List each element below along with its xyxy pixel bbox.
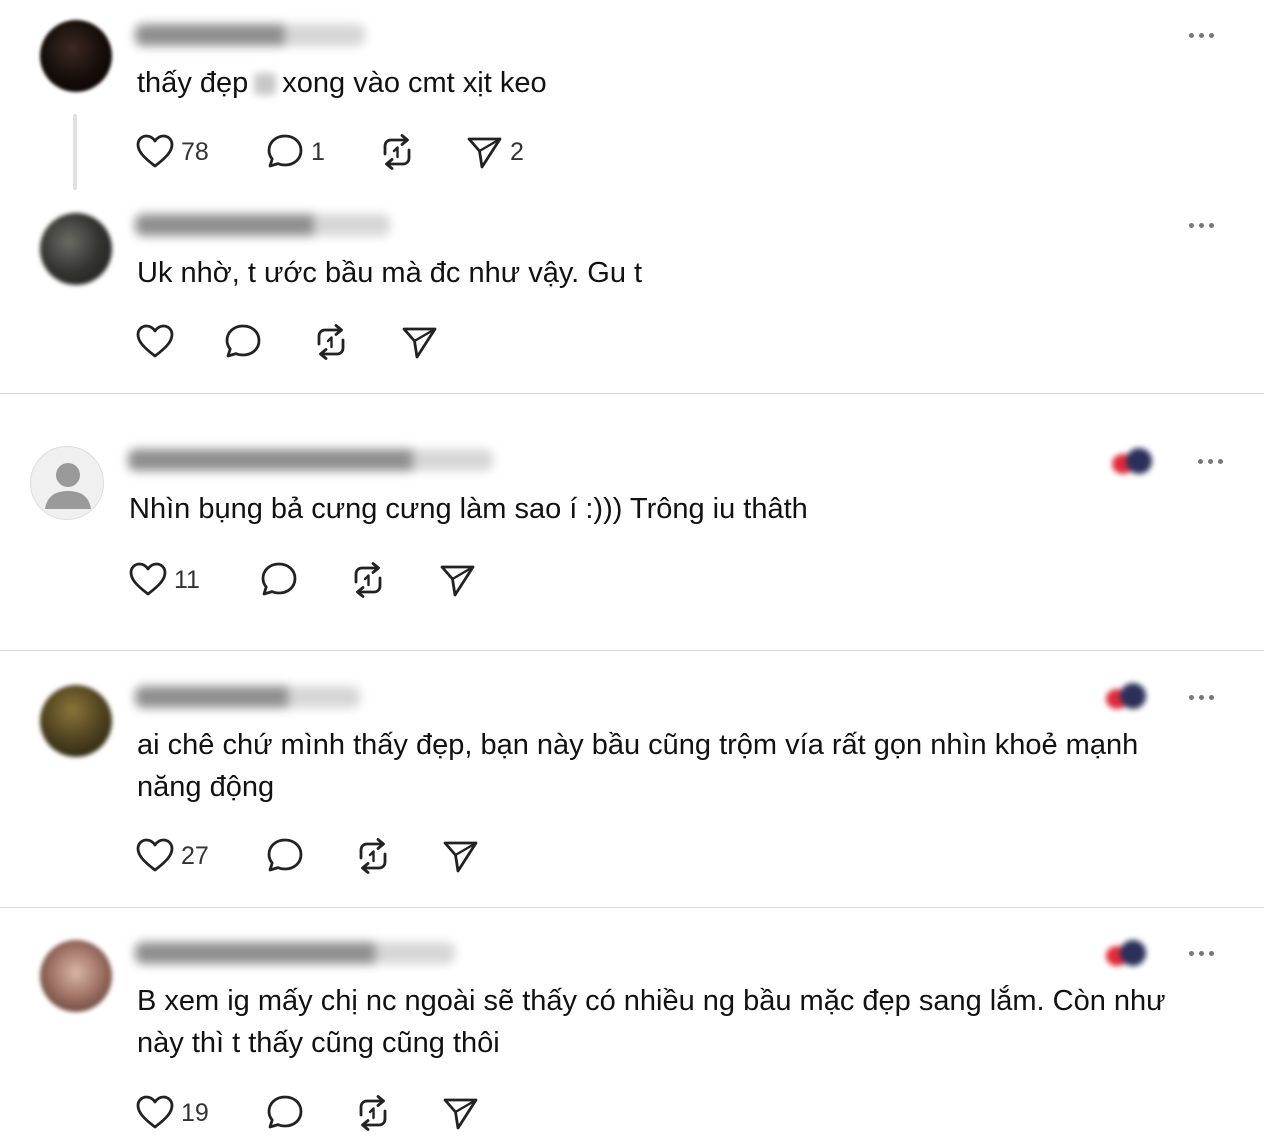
action-bar: 27: [135, 836, 555, 876]
reaction-badge: [1110, 446, 1156, 476]
like-count: 78: [181, 137, 209, 166]
comment-5: B xem ig mấy chị nc ngoài sẽ thấy có nhi…: [0, 908, 1264, 1140]
more-options-button[interactable]: [1184, 218, 1218, 232]
username-blurred[interactable]: [135, 24, 365, 46]
comment-text-line1: B xem ig mấy chị nc ngoài sẽ thấy có nhi…: [137, 985, 1166, 1017]
action-bar: [135, 322, 555, 362]
like-button[interactable]: 78: [135, 132, 209, 172]
more-options-button[interactable]: [1193, 454, 1227, 468]
comment-text-line2: năng động: [137, 771, 275, 803]
comment-bubble-icon: [265, 132, 305, 172]
comment-text-line1: ai chê chứ mình thấy đẹp, bạn này bầu cũ…: [137, 729, 1139, 761]
thread-line: [73, 114, 77, 190]
comment-text-part2: xong vào cmt xịt keo: [282, 67, 547, 99]
like-count: 19: [181, 1098, 209, 1127]
repost-icon: [353, 1093, 393, 1133]
comment-4: ai chê chứ mình thấy đẹp, bạn này bầu cũ…: [0, 651, 1264, 907]
share-count: 2: [510, 137, 524, 166]
like-button[interactable]: [135, 322, 175, 362]
share-button[interactable]: [440, 836, 480, 876]
heart-icon: [128, 560, 168, 600]
comment-text: Nhìn bụng bả cưng cưng làm sao í :))) Tr…: [129, 493, 808, 525]
like-button[interactable]: 19: [135, 1093, 209, 1133]
like-count: 27: [181, 841, 209, 870]
share-button[interactable]: 2: [464, 132, 524, 172]
comment-1: thấy đẹp xong vào cmt xịt keo 78 1 2: [0, 0, 1264, 195]
repost-button[interactable]: [353, 836, 393, 876]
heart-icon: [135, 132, 175, 172]
repost-icon: [377, 132, 417, 172]
action-bar: 78 1 2: [135, 132, 555, 172]
more-options-button[interactable]: [1184, 28, 1218, 42]
username-blurred[interactable]: [135, 942, 455, 964]
avatar[interactable]: [40, 685, 112, 757]
reply-button[interactable]: 1: [265, 132, 325, 172]
repost-icon: [311, 322, 351, 362]
action-bar: 19: [135, 1093, 555, 1133]
more-options-button[interactable]: [1184, 690, 1218, 704]
share-button[interactable]: [440, 1093, 480, 1133]
send-icon: [437, 560, 477, 600]
like-count: 11: [174, 565, 200, 594]
comment-bubble-icon: [265, 836, 305, 876]
user-icon: [45, 463, 91, 509]
avatar-default[interactable]: [30, 446, 104, 520]
comment-bubble-icon: [265, 1093, 305, 1133]
repost-button[interactable]: [348, 560, 388, 600]
reply-button[interactable]: [265, 836, 305, 876]
comment-text-line2: này thì t thấy cũng cũng thôi: [137, 1027, 500, 1059]
repost-icon: [348, 560, 388, 600]
avatar[interactable]: [40, 20, 112, 92]
avatar[interactable]: [40, 940, 112, 1012]
blurred-emoji: [254, 73, 277, 96]
share-button[interactable]: [399, 322, 439, 362]
send-icon: [440, 836, 480, 876]
send-icon: [440, 1093, 480, 1133]
repost-button[interactable]: [377, 132, 417, 172]
comment-text-part1: thấy đẹp: [137, 67, 249, 99]
comment-bubble-icon: [223, 322, 263, 362]
reaction-badge: [1104, 938, 1150, 968]
comment-2: Uk nhờ, t ước bầu mà đc như vậy. Gu t: [0, 195, 1264, 393]
username-blurred[interactable]: [128, 449, 493, 471]
comment-3: Nhìn bụng bả cưng cưng làm sao í :))) Tr…: [0, 394, 1264, 650]
username-blurred[interactable]: [135, 214, 390, 236]
heart-icon: [135, 1093, 175, 1133]
heart-icon: [135, 836, 175, 876]
like-button[interactable]: 11: [128, 560, 200, 600]
repost-button[interactable]: [311, 322, 351, 362]
reaction-badge: [1104, 681, 1150, 711]
username-blurred[interactable]: [135, 686, 360, 708]
reply-button[interactable]: [259, 560, 299, 600]
like-button[interactable]: 27: [135, 836, 209, 876]
action-bar: 11: [128, 560, 548, 600]
avatar[interactable]: [40, 213, 112, 285]
comment-text: thấy đẹp xong vào cmt xịt keo: [137, 62, 547, 104]
repost-button[interactable]: [353, 1093, 393, 1133]
repost-icon: [353, 836, 393, 876]
heart-icon: [135, 322, 175, 362]
more-options-button[interactable]: [1184, 946, 1218, 960]
reply-button[interactable]: [265, 1093, 305, 1133]
comment-bubble-icon: [259, 560, 299, 600]
reply-button[interactable]: [223, 322, 263, 362]
send-icon: [399, 322, 439, 362]
send-icon: [464, 132, 504, 172]
share-button[interactable]: [437, 560, 477, 600]
reply-count: 1: [311, 137, 325, 166]
comment-text: Uk nhờ, t ước bầu mà đc như vậy. Gu t: [137, 257, 643, 289]
